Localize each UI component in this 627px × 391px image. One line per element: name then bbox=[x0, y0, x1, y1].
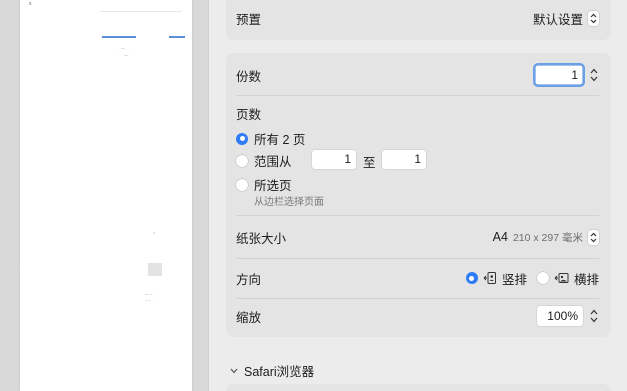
landscape-orientation-icon bbox=[554, 271, 569, 285]
preview-mark: ---- -- · bbox=[145, 292, 154, 296]
print-preview-pane: x · ---- · ---- · ---- -- · --- -- · bbox=[0, 0, 208, 391]
scale-field[interactable]: 100% bbox=[537, 306, 583, 326]
preview-bar bbox=[102, 36, 136, 38]
separator bbox=[236, 258, 599, 259]
pages-all-option[interactable]: 所有 2 页 bbox=[236, 129, 305, 148]
preview-rule bbox=[100, 11, 182, 12]
safari-section-header[interactable]: Safari浏览器 bbox=[230, 361, 314, 380]
safari-section-card bbox=[226, 384, 611, 391]
pages-range-label: 范围从 bbox=[254, 155, 292, 169]
pages-range-radio[interactable] bbox=[236, 154, 248, 167]
preview-mark: · ---- · bbox=[119, 46, 127, 50]
pages-label: 页数 bbox=[236, 107, 262, 122]
pages-selected-radio[interactable] bbox=[236, 178, 248, 191]
settings-card: 份数 1 页数 所有 2 页 范围从 1 至 1 所选页 从边栏选择页面 纸张大… bbox=[226, 53, 611, 337]
portrait-orientation-icon bbox=[483, 271, 497, 285]
range-to-field[interactable]: 1 bbox=[382, 150, 426, 169]
disclosure-chevron-icon bbox=[230, 368, 238, 373]
preview-mark: x bbox=[29, 1, 32, 7]
copies-stepper[interactable] bbox=[589, 65, 599, 85]
chevron-down-icon bbox=[590, 76, 598, 82]
copies-label: 份数 bbox=[236, 69, 262, 84]
presets-value: 默认设置 bbox=[532, 12, 583, 27]
paper-size-detail: 210 x 297 毫米 bbox=[512, 231, 583, 244]
range-from-field[interactable]: 1 bbox=[312, 150, 356, 169]
chevron-up-icon bbox=[590, 309, 598, 315]
portrait-radio[interactable] bbox=[465, 272, 478, 284]
pages-selected-hint: 从边栏选择页面 bbox=[254, 197, 324, 208]
presets-card: 预置 默认设置 bbox=[226, 0, 611, 40]
scale-label: 缩放 bbox=[236, 310, 262, 325]
separator bbox=[236, 95, 599, 96]
chevron-updown-icon bbox=[588, 10, 599, 26]
preview-dot bbox=[153, 232, 155, 234]
pages-range-option[interactable]: 范围从 bbox=[236, 151, 292, 170]
preview-image-block bbox=[148, 263, 162, 276]
print-dialog: x · ---- · ---- · ---- -- · --- -- · 预置 … bbox=[0, 0, 627, 391]
paper-size-popup[interactable]: A4 210 x 297 毫米 bbox=[492, 229, 599, 245]
chevron-down-icon bbox=[590, 317, 598, 323]
paper-size-label: 纸张大小 bbox=[236, 231, 287, 246]
presets-label: 预置 bbox=[236, 12, 262, 27]
preview-mark: ---- · bbox=[124, 53, 130, 57]
scale-stepper[interactable] bbox=[589, 306, 599, 326]
pages-selected-label: 所选页 bbox=[254, 179, 292, 193]
portrait-label: 竖排 bbox=[501, 272, 527, 287]
separator bbox=[236, 215, 599, 216]
page-preview-thumbnail[interactable]: x · ---- · ---- · ---- -- · --- -- · bbox=[18, 0, 192, 391]
preview-bar bbox=[169, 36, 185, 38]
pages-selected-option[interactable]: 所选页 bbox=[236, 175, 292, 194]
paper-size-value: A4 bbox=[492, 230, 508, 244]
chevron-updown-icon bbox=[588, 229, 599, 245]
orientation-label: 方向 bbox=[236, 272, 262, 287]
orientation-portrait-option[interactable]: 竖排 bbox=[465, 269, 527, 288]
preview-dot bbox=[18, 266, 20, 268]
safari-section-label: Safari浏览器 bbox=[244, 365, 315, 379]
pages-all-label: 所有 2 页 bbox=[254, 133, 306, 147]
presets-popup[interactable]: 默认设置 bbox=[533, 9, 599, 28]
copies-field[interactable]: 1 bbox=[535, 65, 583, 85]
orientation-landscape-option[interactable]: 横排 bbox=[536, 269, 599, 288]
separator bbox=[236, 298, 599, 299]
pages-all-radio[interactable] bbox=[236, 132, 248, 145]
landscape-radio[interactable] bbox=[536, 272, 549, 284]
print-settings: 预置 默认设置 份数 1 页数 所有 2 页 范围从 1 至 1 所选页 从边栏… bbox=[209, 0, 627, 391]
chevron-up-icon bbox=[590, 68, 598, 74]
preview-mark: --- -- · bbox=[145, 298, 153, 302]
landscape-label: 横排 bbox=[573, 272, 599, 287]
range-to-label: 至 bbox=[363, 156, 376, 170]
